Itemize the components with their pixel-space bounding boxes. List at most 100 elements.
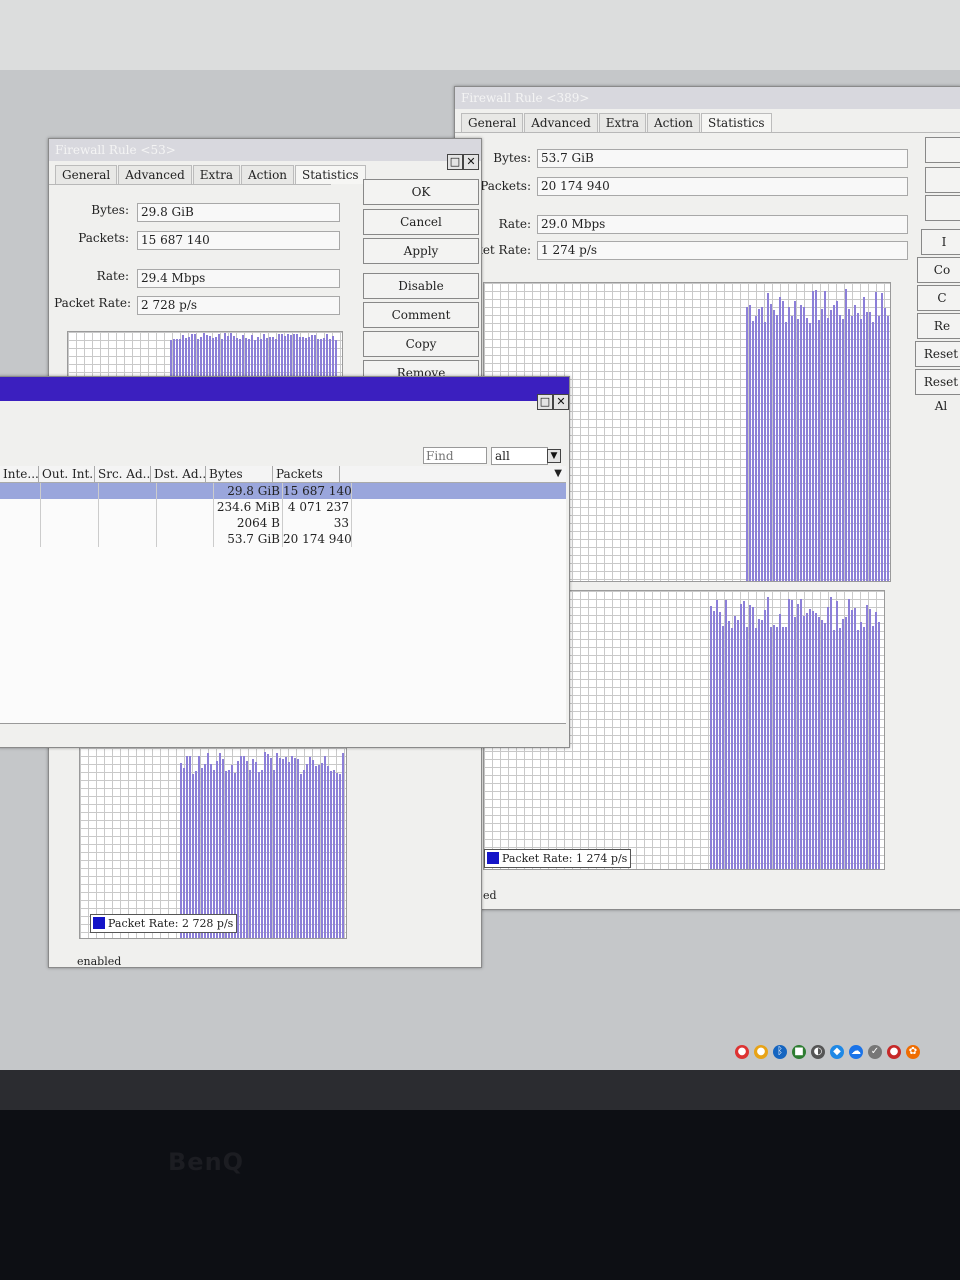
traffic-bar	[318, 765, 320, 938]
disable-button[interactable]: Disable	[363, 273, 479, 299]
tab-general[interactable]: General	[461, 113, 524, 132]
tab-statistics[interactable]: Statistics	[701, 113, 772, 132]
traffic-bar	[776, 627, 778, 869]
traffic-bar	[321, 763, 323, 938]
tab-general[interactable]: General	[55, 165, 118, 184]
copy-button[interactable]: C	[917, 285, 960, 311]
traffic-bar	[282, 759, 284, 938]
tab-advanced[interactable]: Advanced	[118, 165, 192, 184]
traffic-bar	[716, 600, 718, 869]
cell-empty	[41, 515, 99, 531]
status-text: ed	[483, 889, 497, 902]
tab-action[interactable]: Action	[241, 165, 295, 184]
tool-icon[interactable]: ✓	[868, 1045, 882, 1059]
column-out-interface[interactable]: Out. Int...	[39, 466, 95, 482]
column-src-address[interactable]: Src. Ad...	[95, 466, 151, 482]
close-icon[interactable]: ✕	[463, 154, 479, 170]
traffic-bar	[836, 601, 838, 869]
filter-select[interactable]: all	[491, 447, 548, 465]
red-app-icon[interactable]: ●	[887, 1045, 901, 1059]
ok-button[interactable]: OK	[363, 179, 479, 205]
cell-empty	[99, 483, 157, 499]
comment-button[interactable]: Co	[917, 257, 960, 283]
traffic-bar	[815, 613, 817, 869]
column-dst-address[interactable]: Dst. Ad...	[151, 466, 206, 482]
traffic-bar	[731, 628, 733, 869]
traffic-bar	[845, 617, 847, 869]
traffic-bar	[857, 313, 859, 581]
table-header: Inte... Out. Int... Src. Ad... Dst. Ad..…	[0, 466, 566, 483]
cancel-button[interactable]	[925, 167, 960, 193]
traffic-bar	[839, 628, 841, 869]
traffic-bar	[794, 617, 796, 869]
traffic-bar	[219, 753, 221, 938]
column-bytes[interactable]: Bytes	[206, 466, 273, 482]
bytes-label: Bytes:	[91, 203, 129, 217]
traffic-bar	[237, 761, 239, 938]
security-icon[interactable]: ■	[792, 1045, 806, 1059]
table-row[interactable]: 29.8 GiB 15 687 140	[0, 483, 566, 499]
network-icon[interactable]: ◆	[830, 1045, 844, 1059]
apply-button[interactable]	[925, 195, 960, 221]
table-row[interactable]: 2064 B 33	[0, 515, 566, 531]
legend-text: Packet Rate: 2 728 p/s	[108, 917, 234, 930]
traffic-bar	[189, 756, 191, 938]
close-icon[interactable]: ✕	[553, 394, 569, 410]
column-in-interface[interactable]: Inte...	[0, 466, 39, 482]
traffic-bar	[324, 756, 326, 938]
apply-button[interactable]: Apply	[363, 238, 479, 264]
table-row[interactable]: 53.7 GiB 20 174 940	[0, 531, 566, 547]
bluetooth-icon[interactable]: ᛒ	[773, 1045, 787, 1059]
traffic-bar	[339, 774, 341, 938]
cancel-button[interactable]: Cancel	[363, 209, 479, 235]
traffic-bar	[851, 610, 853, 869]
traffic-bar	[863, 297, 865, 581]
traffic-bar	[833, 630, 835, 869]
maximize-icon[interactable]: □	[537, 394, 553, 410]
traffic-bar	[204, 764, 206, 938]
reset-counters-button[interactable]: Reset	[915, 341, 960, 367]
tray-app-icon[interactable]: ●	[735, 1045, 749, 1059]
filter-dropdown-arrow-icon[interactable]: ▼	[547, 449, 561, 463]
traffic-bar	[782, 627, 784, 869]
orange-app-icon[interactable]: ✿	[906, 1045, 920, 1059]
traffic-bar	[758, 309, 760, 581]
monitor-bezel	[0, 1070, 960, 1110]
tab-action[interactable]: Action	[647, 113, 701, 132]
table-row[interactable]: 234.6 MiB 4 071 237	[0, 499, 566, 515]
traffic-bar	[186, 756, 188, 938]
sync-icon[interactable]: ◐	[811, 1045, 825, 1059]
traffic-bar	[836, 301, 838, 581]
traffic-bar	[872, 626, 874, 869]
traffic-bar	[240, 756, 242, 938]
traffic-bar	[842, 319, 844, 581]
maximize-icon[interactable]: □	[447, 154, 463, 170]
traffic-bar	[210, 764, 212, 938]
tab-extra[interactable]: Extra	[598, 113, 647, 132]
copy-button[interactable]: Copy	[363, 331, 479, 357]
reset-all-counters-button[interactable]: Reset Al	[915, 369, 960, 413]
disable-button[interactable]: I	[921, 229, 960, 255]
background-window	[0, 0, 960, 70]
traffic-bar	[827, 318, 829, 581]
tab-advanced[interactable]: Advanced	[524, 113, 598, 132]
cell-packets: 20 174 940	[283, 531, 352, 547]
traffic-bar	[743, 601, 745, 869]
ok-button[interactable]	[925, 137, 960, 163]
traffic-bar	[201, 768, 203, 938]
traffic-bar	[866, 312, 868, 581]
cloud-icon[interactable]: ☁	[849, 1045, 863, 1059]
traffic-bar	[806, 318, 808, 581]
tab-statistics[interactable]: Statistics	[295, 165, 366, 184]
remove-button[interactable]: Re	[917, 313, 960, 339]
column-packets[interactable]: Packets	[273, 466, 340, 482]
chrome-icon[interactable]: ●	[754, 1045, 768, 1059]
traffic-bar	[198, 756, 200, 938]
find-input[interactable]	[423, 447, 487, 464]
tab-extra[interactable]: Extra	[192, 165, 241, 184]
traffic-bar	[300, 774, 302, 938]
column-menu-arrow-icon[interactable]: ▼	[340, 466, 566, 482]
traffic-bar	[770, 304, 772, 581]
comment-button[interactable]: Comment	[363, 302, 479, 328]
cell-empty	[0, 499, 41, 515]
